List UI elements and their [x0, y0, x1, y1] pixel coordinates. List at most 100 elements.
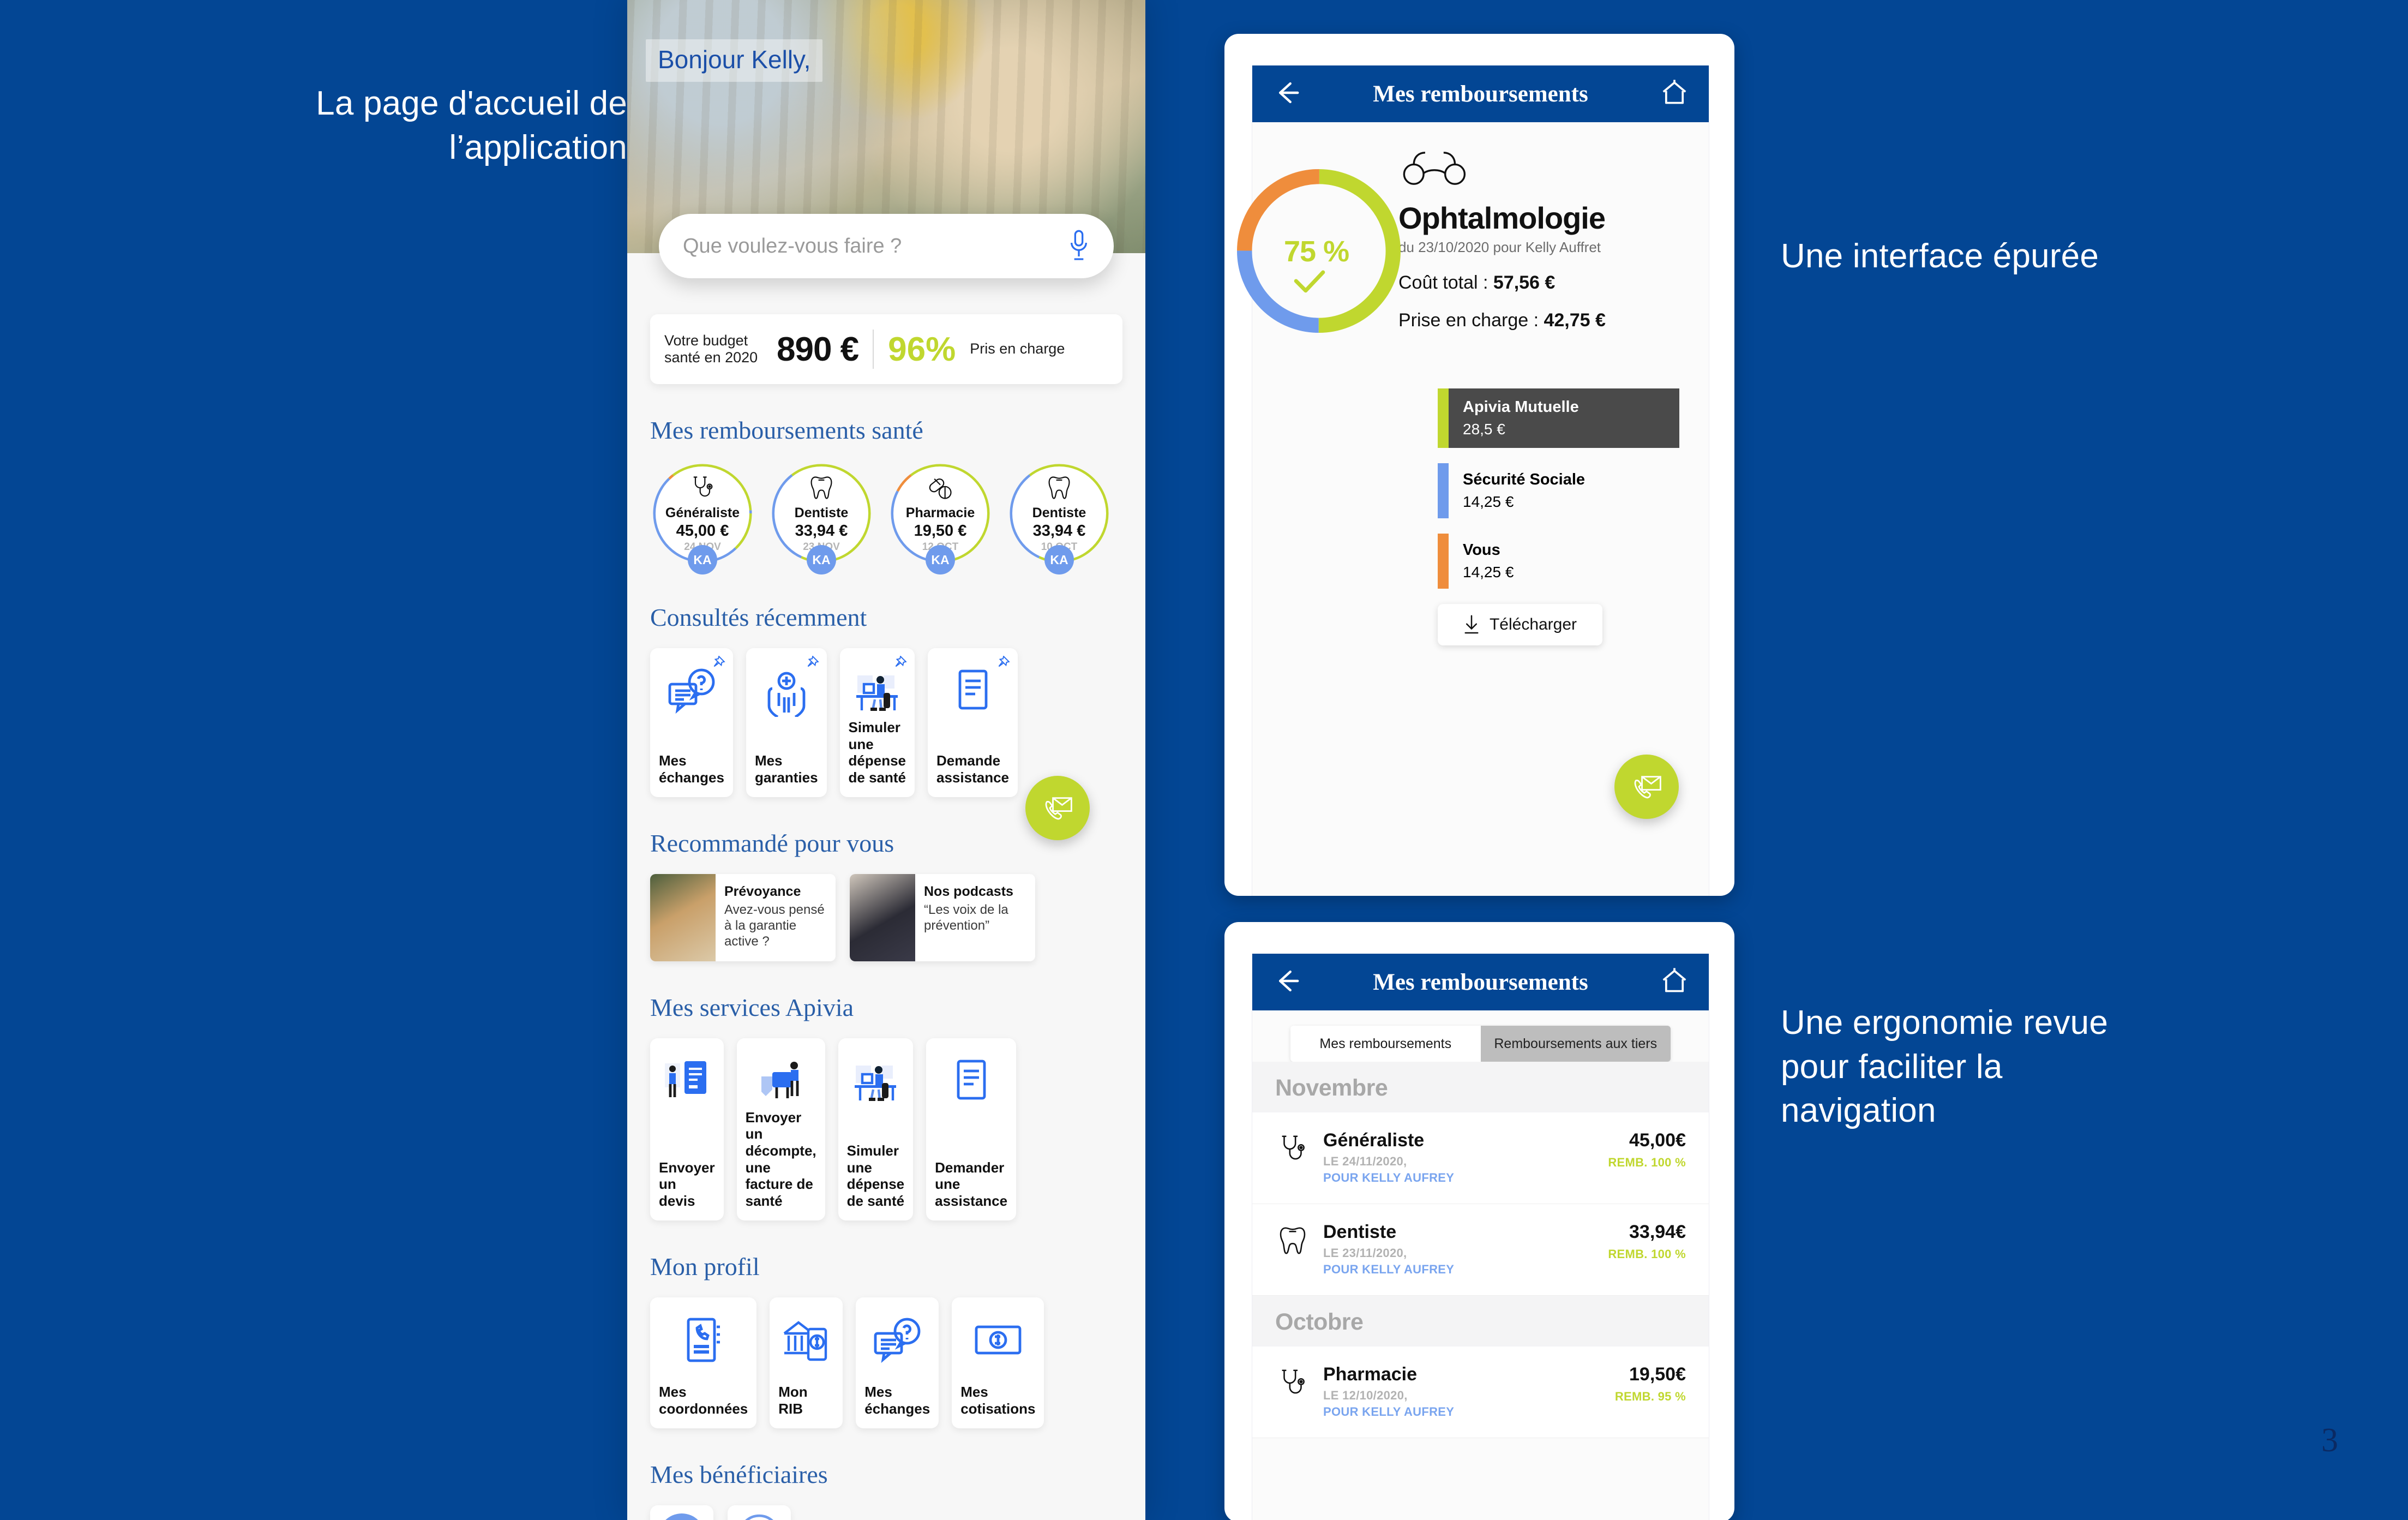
- portrait-thumbnail: [650, 873, 716, 961]
- page-number: 3: [2321, 1422, 2338, 1459]
- pin-icon[interactable]: [711, 655, 725, 670]
- recommended-carousel[interactable]: Prévoyance Avez-vous pensé à la garantie…: [650, 873, 1122, 961]
- contact-fab-home[interactable]: [1025, 776, 1090, 840]
- service-tile[interactable]: Simuler une dépense de santé: [838, 1038, 914, 1220]
- home-icon[interactable]: [1660, 966, 1689, 998]
- reimbursement-donut-card[interactable]: Dentiste 33,94 € 10 OCT KA: [1007, 461, 1112, 575]
- breakdown-value: 14,25 €: [1463, 564, 1514, 581]
- person-desk-icon: [849, 662, 906, 719]
- breakdown-item: Apivia Mutuelle 28,5 €: [1438, 388, 1679, 448]
- tab-remboursements-aux-tiers[interactable]: Remboursements aux tiers: [1480, 1026, 1671, 1062]
- caption-right-bottom: Une ergonomie revue pour faciliter la na…: [1781, 1004, 2109, 1130]
- pin-icon[interactable]: [805, 655, 819, 670]
- month-header: Octobre: [1252, 1296, 1709, 1347]
- beneficiary-card[interactable]: [728, 1505, 791, 1520]
- service-tile[interactable]: Mes cotisations: [952, 1297, 1044, 1428]
- row-date: LE 23/11/2020,: [1323, 1246, 1407, 1260]
- tooth-icon: [807, 474, 836, 502]
- breakdown-item: Sécurité Sociale 14,25 €: [1438, 463, 1679, 518]
- contact-fab-detail[interactable]: [1614, 755, 1679, 819]
- tile-label: Mes échanges: [659, 752, 724, 786]
- arrow-left-icon[interactable]: [1272, 966, 1301, 998]
- recommended-text: Avez-vous pensé à la garantie active ?: [724, 902, 825, 949]
- budget-label: Votre budget santé en 2020: [664, 332, 758, 366]
- service-tile[interactable]: Mes coordonnées: [650, 1297, 757, 1428]
- services-carousel[interactable]: Envoyer un devis Envoyer un décompte, un…: [650, 1038, 1122, 1220]
- service-tile[interactable]: Demander une assistance: [926, 1038, 1017, 1220]
- service-tile[interactable]: Mes échanges: [856, 1297, 939, 1428]
- table-row[interactable]: Pharmacie LE 12/10/2020, POUR KELLY AUFR…: [1252, 1347, 1709, 1438]
- beneficiary-card[interactable]: KA: [650, 1505, 713, 1520]
- recommended-text: “Les voix de la prévention”: [924, 902, 1008, 933]
- chat-question-icon: [864, 1312, 930, 1368]
- service-tile[interactable]: Mon RIB: [770, 1297, 843, 1428]
- budget-amount: 890 €: [777, 330, 859, 368]
- arrow-left-icon[interactable]: [1272, 78, 1301, 110]
- detail-subtitle: du 23/10/2020 pour Kelly Auffret: [1398, 239, 1601, 255]
- reimbursement-list[interactable]: Novembre Généraliste LE 24/11/2020, POUR…: [1252, 1062, 1709, 1438]
- download-label: Télécharger: [1489, 615, 1577, 633]
- reimbursement-name: Pharmacie: [905, 505, 975, 520]
- table-row[interactable]: Dentiste LE 23/11/2020, POUR KELLY AUFRE…: [1252, 1204, 1709, 1296]
- document-icon: [935, 1052, 1007, 1109]
- reimbursement-donut-card[interactable]: Généraliste 45,00 € 24 NOV KA: [650, 461, 755, 575]
- tab-switcher[interactable]: Mes remboursements Remboursements aux tie…: [1290, 1026, 1671, 1062]
- cost-value: 57,56 €: [1493, 272, 1556, 293]
- pin-icon[interactable]: [893, 655, 907, 670]
- reimbursement-amount: 33,94 €: [1032, 522, 1086, 540]
- home-icon[interactable]: [1660, 78, 1689, 110]
- reimbursement-donut-card[interactable]: Dentiste 33,94 € 23 NOV KA: [769, 461, 874, 575]
- reimbursement-donut-card[interactable]: Pharmacie 19,50 € 12 OCT KA: [888, 461, 993, 575]
- budget-card[interactable]: Votre budget santé en 2020 890 € 96% Pri…: [650, 314, 1122, 384]
- mailbox-icon: [746, 1052, 816, 1109]
- service-tile[interactable]: Mes échanges: [650, 648, 733, 797]
- tile-label: Envoyer un décompte, une facture de sant…: [745, 1109, 816, 1210]
- beneficiaries-row[interactable]: KA: [650, 1505, 1122, 1520]
- service-tile[interactable]: Envoyer un décompte, une facture de sant…: [736, 1038, 825, 1220]
- service-tile[interactable]: Simuler une dépense de santé: [839, 648, 915, 797]
- section-title-reimbursements: Mes remboursements santé: [650, 416, 923, 444]
- detail-covered-line: Prise en charge : 42,75 €: [1398, 310, 1679, 331]
- budget-percent-label: Pris en charge: [970, 340, 1065, 357]
- download-button[interactable]: Télécharger: [1438, 604, 1602, 645]
- tile-label: Mes coordonnées: [659, 1384, 748, 1417]
- breakdown-color-bar: [1438, 463, 1449, 518]
- pin-icon[interactable]: [996, 655, 1010, 670]
- stethoscope-icon: [688, 474, 717, 502]
- detail-category-title: Ophtalmologie: [1398, 201, 1606, 235]
- avatar: KA: [688, 545, 717, 575]
- breakdown-color-bar: [1438, 534, 1449, 589]
- greeting-text: Bonjour Kelly,: [646, 39, 823, 82]
- recommended-card[interactable]: Nos podcasts “Les voix de la prévention”: [850, 873, 1035, 961]
- reimbursement-amount: 33,94 €: [795, 522, 848, 540]
- tile-label: Simuler une dépense de santé: [848, 719, 906, 786]
- person-desk-icon: [847, 1052, 904, 1109]
- tile-label: Demander une assistance: [935, 1159, 1008, 1210]
- microphone-icon[interactable]: [1068, 229, 1090, 263]
- table-row[interactable]: Généraliste LE 24/11/2020, POUR KELLY AU…: [1252, 1112, 1709, 1204]
- row-date: LE 12/10/2020,: [1323, 1389, 1408, 1402]
- service-tile[interactable]: Demande assistance: [928, 648, 1018, 797]
- service-tile[interactable]: Envoyer un devis: [650, 1038, 724, 1220]
- section-title-services: Mes services Apivia: [650, 993, 854, 1021]
- search-input[interactable]: Que voulez-vous faire ?: [659, 214, 1114, 278]
- reimbursement-carousel[interactable]: Généraliste 45,00 € 24 NOV KA Dentiste 3…: [650, 461, 1122, 575]
- tile-label: Simuler une dépense de santé: [846, 1142, 905, 1210]
- tab-mes-remboursements[interactable]: Mes remboursements: [1290, 1026, 1481, 1062]
- bank-icon: [778, 1312, 834, 1368]
- covered-value: 42,75 €: [1544, 310, 1606, 331]
- avatar: KA: [807, 545, 836, 575]
- download-icon: [1464, 615, 1479, 634]
- service-tile[interactable]: Mes garanties: [746, 648, 827, 797]
- row-reimbursed: REMB. 100 %: [1608, 1247, 1686, 1261]
- hands-health-icon: [755, 662, 818, 719]
- contact-card-icon: [659, 1312, 748, 1368]
- recommended-card[interactable]: Prévoyance Avez-vous pensé à la garantie…: [650, 873, 836, 961]
- check-icon: [1294, 270, 1325, 293]
- phone-envelope-icon: [1045, 797, 1072, 820]
- month-header: Novembre: [1252, 1062, 1709, 1112]
- recent-carousel[interactable]: Mes échanges Mes garanties Simuler une d…: [650, 648, 1122, 797]
- add-person-icon[interactable]: [736, 1512, 783, 1520]
- profile-carousel[interactable]: Mes coordonnées Mon RIB Mes échanges Mes…: [650, 1297, 1122, 1428]
- detail-cost-line: Coût total : 57,56 €: [1398, 272, 1679, 294]
